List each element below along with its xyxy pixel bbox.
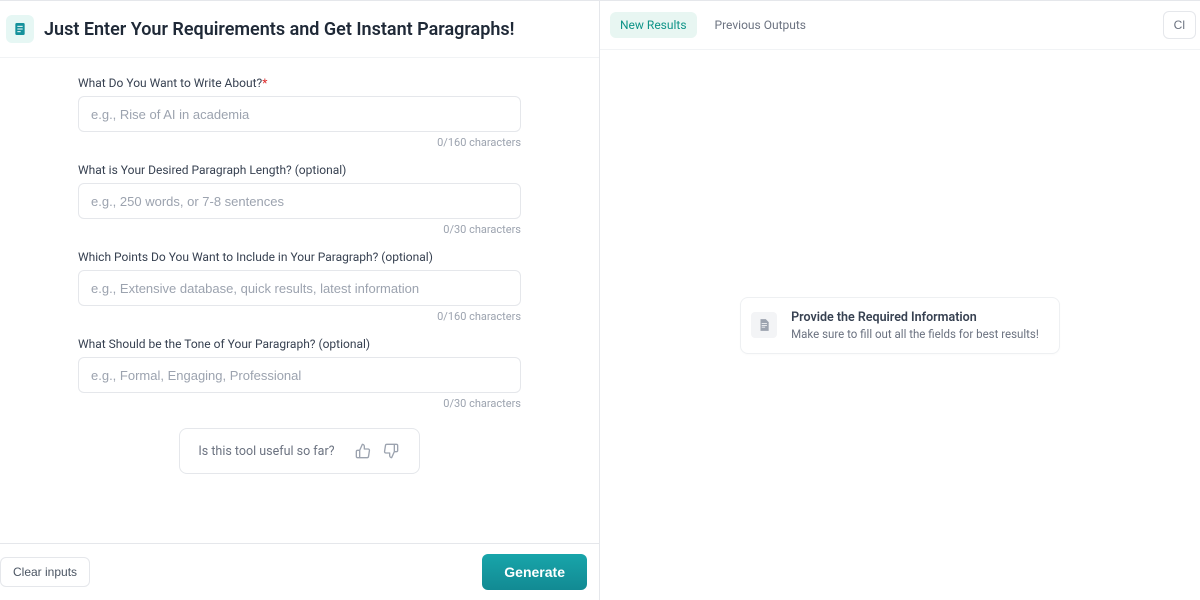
document-icon <box>6 15 34 43</box>
right-pane: New Results Previous Outputs Cl Provide … <box>600 1 1200 600</box>
feedback-box: Is this tool useful so far? <box>179 428 419 474</box>
char-counter: 0/160 characters <box>78 310 521 323</box>
required-star: * <box>262 76 267 90</box>
field-label: What is Your Desired Paragraph Length? (… <box>78 163 521 177</box>
char-counter: 0/30 characters <box>78 397 521 410</box>
thumbs-group <box>353 441 401 461</box>
form-area: What Do You Want to Write About?* 0/160 … <box>0 58 599 543</box>
field-label: What Do You Want to Write About?* <box>78 76 521 90</box>
field-length: What is Your Desired Paragraph Length? (… <box>78 163 521 236</box>
field-label: Which Points Do You Want to Include in Y… <box>78 250 521 264</box>
clear-results-button[interactable]: Cl <box>1163 11 1196 39</box>
document-icon <box>751 312 777 338</box>
results-tabs: New Results Previous Outputs <box>610 12 816 38</box>
info-card: Provide the Required Information Make su… <box>740 297 1060 354</box>
topic-input[interactable] <box>78 96 521 132</box>
tab-previous-outputs[interactable]: Previous Outputs <box>705 12 816 38</box>
points-input[interactable] <box>78 270 521 306</box>
char-counter: 0/160 characters <box>78 136 521 149</box>
char-counter: 0/30 characters <box>78 223 521 236</box>
label-text: What Do You Want to Write About? <box>78 76 262 90</box>
field-topic: What Do You Want to Write About?* 0/160 … <box>78 76 521 149</box>
clear-inputs-button[interactable]: Clear inputs <box>0 557 90 587</box>
results-body: Provide the Required Information Make su… <box>600 50 1200 600</box>
page-title: Just Enter Your Requirements and Get Ins… <box>44 19 514 40</box>
feedback-prompt: Is this tool useful so far? <box>198 444 334 459</box>
left-pane: Just Enter Your Requirements and Get Ins… <box>0 1 600 600</box>
tab-new-results[interactable]: New Results <box>610 12 697 38</box>
thumbs-up-icon[interactable] <box>353 441 373 461</box>
tone-input[interactable] <box>78 357 521 393</box>
info-subtitle: Make sure to fill out all the fields for… <box>791 327 1039 341</box>
left-header: Just Enter Your Requirements and Get Ins… <box>0 1 599 58</box>
info-text: Provide the Required Information Make su… <box>791 310 1039 341</box>
generate-button[interactable]: Generate <box>482 554 587 590</box>
thumbs-down-icon[interactable] <box>381 441 401 461</box>
field-label: What Should be the Tone of Your Paragrap… <box>78 337 521 351</box>
bottom-bar: Clear inputs Generate <box>0 543 599 600</box>
field-tone: What Should be the Tone of Your Paragrap… <box>78 337 521 410</box>
info-title: Provide the Required Information <box>791 310 1039 325</box>
length-input[interactable] <box>78 183 521 219</box>
field-points: Which Points Do You Want to Include in Y… <box>78 250 521 323</box>
right-header: New Results Previous Outputs Cl <box>600 1 1200 50</box>
